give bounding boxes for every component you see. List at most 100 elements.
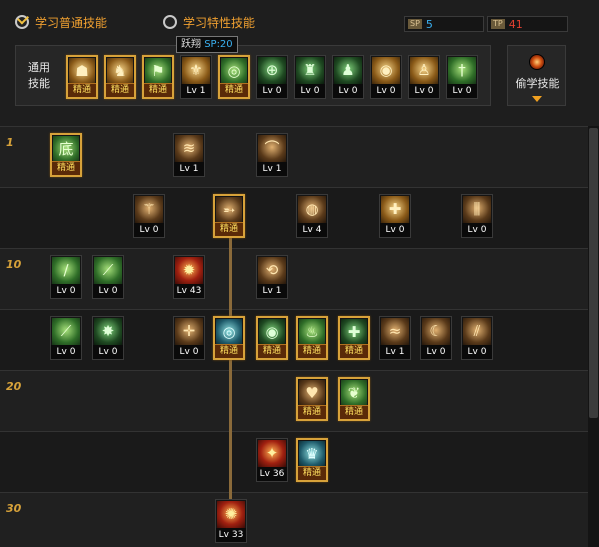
skill-level-badge: Lv 0 (371, 84, 401, 98)
charging-figure-icon: ♟ (334, 57, 362, 84)
tab-special-label: 学习特性技能 (183, 15, 256, 30)
steal-skill-button[interactable]: 偷学技能 (507, 45, 566, 106)
shield-cross-icon: ✚ (381, 196, 409, 223)
skill-slot[interactable]: ❦ 精通 (338, 377, 370, 421)
skill-slot[interactable]: ⫼ Lv 0 (461, 194, 493, 238)
skill-level-badge: Lv 0 (295, 84, 325, 98)
steal-skill-label: 偷学技能 (515, 77, 560, 90)
skill-slot[interactable]: ◎ 精通 (213, 316, 245, 360)
wings-icon: ⚜ (182, 57, 210, 84)
common-skills-label: 通用技能 (28, 61, 50, 90)
leaping-figure-icon: ♞ (107, 58, 133, 85)
whirlwind-icon: ⟲ (258, 257, 286, 284)
green-orb-icon: ◉ (259, 319, 285, 346)
green-wings-icon: ❦ (341, 380, 367, 407)
skill-slot[interactable]: ♥ 精通 (296, 377, 328, 421)
skill-slot[interactable]: ◎ 精通 (218, 55, 250, 99)
cross-slash-icon: ✛ (175, 318, 203, 345)
explosion-icon: ✺ (217, 501, 245, 528)
skill-level-badge: 精通 (144, 83, 172, 97)
skill-slot[interactable]: ◍ Lv 4 (296, 194, 328, 238)
tree-row (0, 187, 588, 248)
skill-slot[interactable]: ◉ 精通 (256, 316, 288, 360)
skill-slot[interactable]: ✺ Lv 33 (215, 499, 247, 543)
tp-counter: TP 41 (487, 16, 568, 32)
skill-slot[interactable]: ✚ 精通 (338, 316, 370, 360)
skill-slot[interactable]: ♨ 精通 (296, 316, 328, 360)
skill-slot[interactable]: ✛ Lv 0 (173, 316, 205, 360)
skill-slot[interactable]: ⚜ Lv 1 (180, 55, 212, 99)
skill-slot[interactable]: ⚚ Lv 0 (133, 194, 165, 238)
skill-slot[interactable]: ♞ 精通 (104, 55, 136, 99)
skill-level-badge: Lv 43 (174, 284, 204, 298)
tp-value: 41 (508, 17, 523, 31)
skill-slot[interactable]: ⊕ Lv 0 (256, 55, 288, 99)
scrollbar-thumb[interactable] (589, 128, 598, 418)
tab-special-skills[interactable]: 学习特性技能 (163, 12, 255, 32)
skill-slot[interactable]: ➵ 精通 (213, 194, 245, 238)
skill-slot[interactable]: ✚ Lv 0 (379, 194, 411, 238)
skill-slot[interactable]: ✸ Lv 0 (92, 316, 124, 360)
green-blade-icon: ⟋ (94, 257, 122, 284)
skill-slot[interactable]: ⟋ Lv 0 (92, 255, 124, 299)
low-stance-icon: 底 (53, 136, 79, 163)
skill-slot[interactable]: ♟ Lv 0 (332, 55, 364, 99)
skill-level-badge: Lv 0 (51, 345, 81, 359)
skill-window: 学习普通技能 学习特性技能 SP 5 TP 41 通用技能 ☗ 精通 ♞ 精通 ⚑ 精通 ⚜… (0, 0, 599, 547)
skill-level-badge: Lv 1 (181, 84, 211, 98)
tab-normal-label: 学习普通技能 (35, 15, 108, 30)
orb-icon: ◎ (216, 319, 242, 346)
skill-tooltip: 跃翔 SP:20 (176, 36, 238, 53)
skill-level-badge: Lv 0 (462, 345, 492, 359)
level-marker: 20 (6, 380, 22, 393)
skill-level-badge: 精通 (258, 344, 286, 358)
skill-level-badge: 精通 (106, 83, 134, 97)
skill-slot[interactable]: † Lv 0 (446, 55, 478, 99)
skill-tree: 1 10 20 30 (0, 126, 588, 547)
skill-slot[interactable]: ⚑ 精通 (142, 55, 174, 99)
skill-slot[interactable]: ♛ 精通 (296, 438, 328, 482)
skill-slot[interactable]: ⌒ Lv 1 (256, 133, 288, 177)
skill-slot[interactable]: ⟋ Lv 0 (50, 316, 82, 360)
tree-row (0, 370, 588, 431)
tab-normal-skills[interactable]: 学习普通技能 (15, 12, 107, 32)
skill-slot[interactable]: ≈ Lv 1 (379, 316, 411, 360)
skill-level-badge: 精通 (215, 222, 243, 236)
skill-slot[interactable]: ⫽ Lv 0 (461, 316, 493, 360)
skill-slot[interactable]: ✦ Lv 36 (256, 438, 288, 482)
steal-skill-icon (529, 54, 545, 70)
tree-row (0, 126, 588, 187)
skill-level-badge: Lv 0 (51, 284, 81, 298)
tree-row (0, 492, 588, 547)
skill-slot[interactable]: ✹ Lv 43 (173, 255, 205, 299)
ice-figure-icon: ♛ (299, 441, 325, 468)
skill-slot[interactable]: ≋ Lv 1 (173, 133, 205, 177)
skill-level-badge: Lv 0 (93, 284, 123, 298)
fighter-icon: ♜ (296, 57, 324, 84)
skill-slot[interactable]: ∕ Lv 0 (50, 255, 82, 299)
triple-blade-icon: ⫼ (463, 196, 491, 223)
skill-level-badge: Lv 0 (333, 84, 363, 98)
tree-row (0, 248, 588, 309)
heart-shield-icon: ♥ (299, 380, 325, 407)
skill-slot[interactable]: ☾ Lv 0 (420, 316, 452, 360)
skill-slot[interactable]: ◉ Lv 0 (370, 55, 402, 99)
burst-star-icon: ✸ (94, 318, 122, 345)
skill-level-badge: Lv 0 (257, 84, 287, 98)
skill-level-badge: Lv 4 (297, 223, 327, 237)
tooltip-skill-name: 跃翔 (181, 39, 201, 50)
skill-level-badge: 精通 (298, 466, 326, 480)
eye-icon: ◉ (372, 57, 400, 84)
skill-level-badge: Lv 1 (380, 345, 410, 359)
prerequisite-line (229, 235, 232, 500)
skill-slot[interactable]: ⟲ Lv 1 (256, 255, 288, 299)
tooltip-sp-cost: SP:20 (204, 39, 233, 50)
chevron-down-icon[interactable] (532, 96, 542, 102)
skill-slot[interactable]: 底精通 (50, 133, 82, 177)
skill-slot[interactable]: ♜ Lv 0 (294, 55, 326, 99)
claw-slash-icon: ≋ (175, 135, 203, 162)
skill-slot[interactable]: ♙ Lv 0 (408, 55, 440, 99)
sp-tag: SP (408, 19, 422, 29)
muscle-icon: ♨ (299, 319, 325, 346)
skill-slot[interactable]: ☗ 精通 (66, 55, 98, 99)
